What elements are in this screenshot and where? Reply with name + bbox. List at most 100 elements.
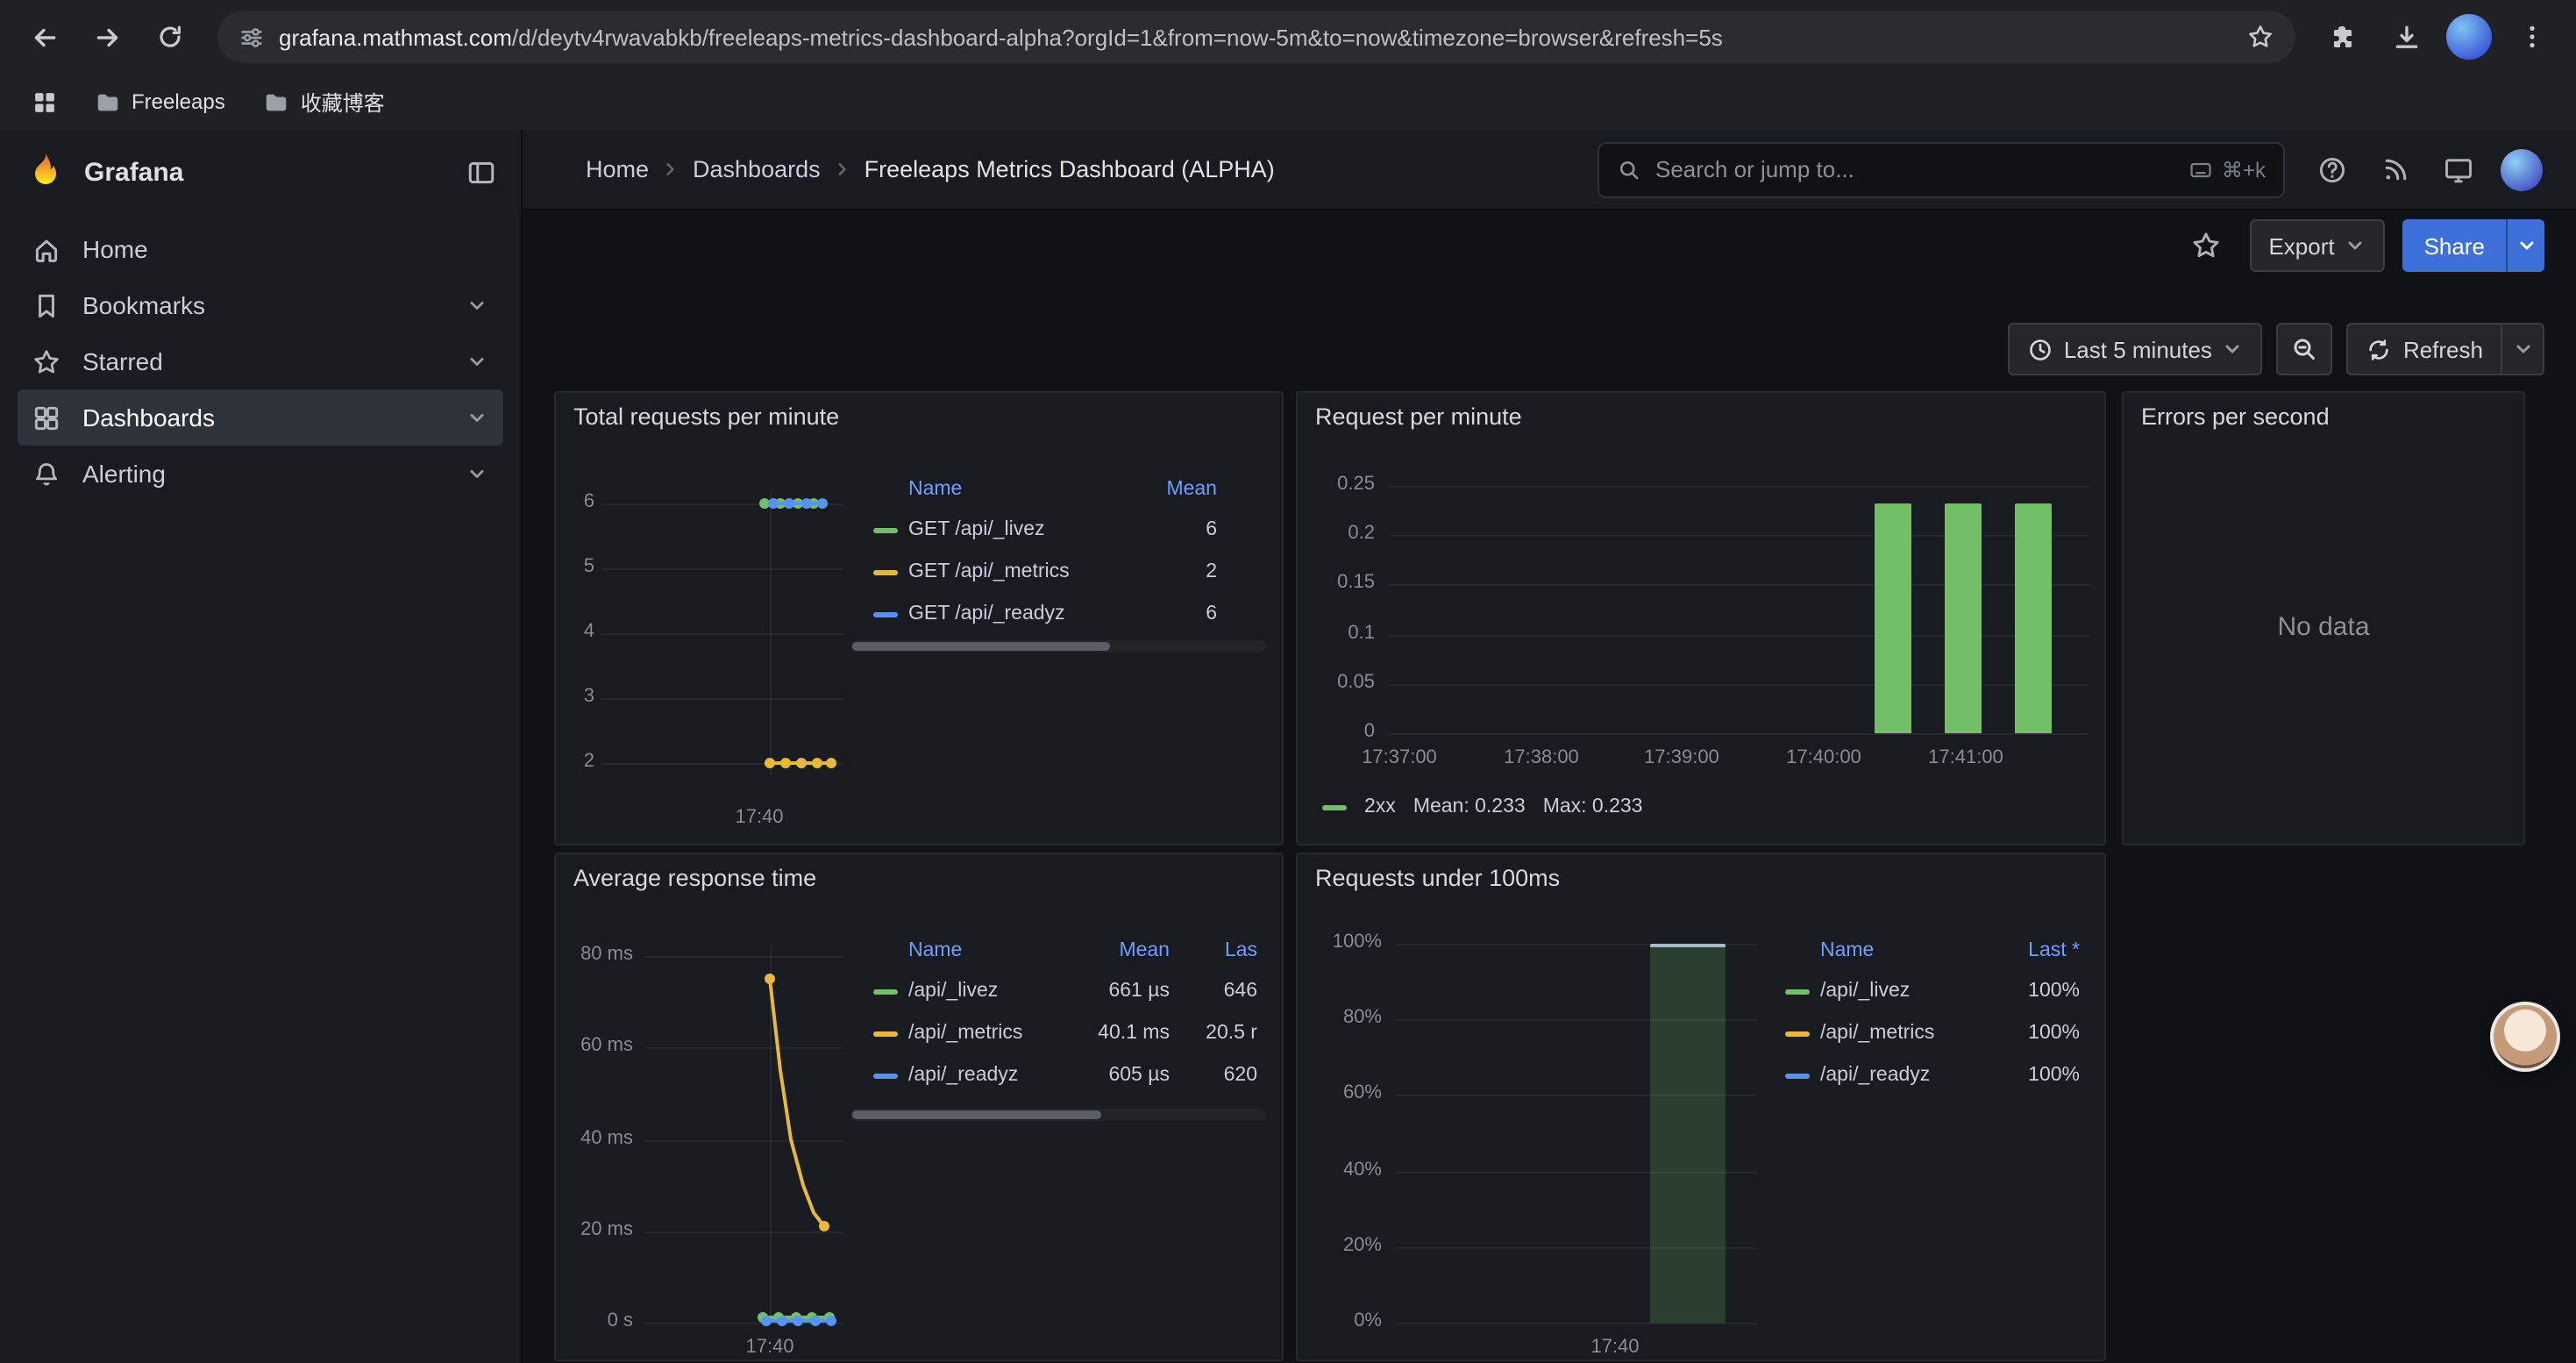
x-tick-label: 17:40:00 <box>1762 747 1885 768</box>
series-point <box>765 758 775 768</box>
chevron-down-icon[interactable] <box>465 293 489 318</box>
floating-assistant-avatar[interactable] <box>2490 1002 2560 1072</box>
legend-series-name[interactable]: GET /api/_metrics <box>908 561 1112 582</box>
legend-series-name[interactable]: /api/_metrics <box>908 1023 1068 1044</box>
panel-title[interactable]: Errors per second <box>2141 403 2330 430</box>
reload-button[interactable] <box>140 7 200 67</box>
sidebar-item-dashboards[interactable]: Dashboards <box>18 389 503 446</box>
scrollbar-thumb[interactable] <box>852 1110 1101 1119</box>
legend-row[interactable]: /api/_metrics100% <box>1771 1012 2087 1054</box>
share-dropdown-button[interactable] <box>2506 219 2544 272</box>
caret-down-icon <box>2223 339 2244 360</box>
profile-button[interactable] <box>2439 7 2499 67</box>
sidebar-toggle-icon[interactable] <box>466 157 496 187</box>
zoom-out-time-button[interactable] <box>2277 323 2333 375</box>
side-panel-button[interactable] <box>21 79 67 125</box>
legend-series-name[interactable]: GET /api/_readyz <box>908 603 1112 624</box>
url-bar[interactable]: grafana.mathmast.com/d/deytv4rwavabkb/fr… <box>217 11 2295 63</box>
refresh-button[interactable]: Refresh <box>2347 323 2502 375</box>
grafana-sidebar: Grafana Home Bookmarks Starred Dashboard… <box>0 130 523 1363</box>
scrollbar-thumb[interactable] <box>852 642 1110 651</box>
sidebar-item-alerting[interactable]: Alerting <box>18 446 503 502</box>
caret-down-icon <box>2345 235 2366 256</box>
legend-series-name[interactable]: GET /api/_livez <box>908 519 1112 540</box>
gridline <box>601 698 843 700</box>
bookmark-folder-freeleaps[interactable]: Freeleaps <box>84 83 236 120</box>
series-color-icon <box>873 1031 898 1036</box>
legend-series-name[interactable]: /api/_readyz <box>908 1065 1068 1086</box>
series-color-icon <box>1785 1073 1810 1078</box>
series-color-icon <box>873 611 898 617</box>
legend-scrollbar[interactable] <box>850 640 1266 653</box>
share-button[interactable]: Share <box>2403 219 2506 272</box>
x-tick-label: 17:40 <box>698 807 821 828</box>
legend-row[interactable]: /api/_livez661 µs646 <box>850 970 1268 1012</box>
legend-row[interactable]: /api/_metrics40.1 ms20.5 r <box>850 1012 1268 1054</box>
legend-row[interactable]: GET /api/_livez6 <box>850 509 1268 551</box>
search-input[interactable]: Search or jump to... ⌘+k <box>1598 141 2285 197</box>
star-icon <box>32 346 61 376</box>
sidebar-item-bookmarks[interactable]: Bookmarks <box>18 277 503 333</box>
url-text[interactable]: grafana.mathmast.com/d/deytv4rwavabkb/fr… <box>279 24 2232 50</box>
series-point <box>812 758 822 768</box>
user-menu-button[interactable] <box>2495 143 2548 196</box>
downloads-button[interactable] <box>2376 7 2436 67</box>
legend-series-name[interactable]: /api/_livez <box>1820 981 1975 1002</box>
grafana-logo-icon[interactable] <box>25 151 67 193</box>
legend-header-name: Name <box>908 479 1112 500</box>
download-icon <box>2391 22 2421 52</box>
legend-row[interactable]: /api/_readyz605 µs620 <box>850 1054 1268 1096</box>
sidebar-item-home[interactable]: Home <box>18 221 503 277</box>
legend-2xx[interactable]: 2xx Mean: 0.233 Max: 0.233 <box>1322 796 1643 817</box>
sidebar-item-starred[interactable]: Starred <box>18 333 503 389</box>
favorite-dashboard-button[interactable] <box>2179 219 2231 272</box>
forward-button[interactable] <box>77 7 137 67</box>
bar <box>1945 503 1982 733</box>
news-button[interactable] <box>2369 143 2422 196</box>
series-point <box>784 498 794 509</box>
legend-series-name[interactable]: /api/_metrics <box>1820 1023 1975 1044</box>
legend-value: 646 <box>1170 981 1257 1002</box>
breadcrumb-home[interactable]: Home <box>586 156 649 182</box>
gridline <box>1396 1323 1757 1324</box>
legend-series-name[interactable]: /api/_readyz <box>1820 1065 1975 1086</box>
y-tick-label: 0 <box>1298 721 1375 742</box>
kiosk-mode-button[interactable] <box>2432 143 2485 196</box>
zoom-out-icon <box>2291 335 2319 363</box>
time-range-picker[interactable]: Last 5 minutes <box>2008 323 2263 375</box>
legend-row[interactable]: /api/_livez100% <box>1771 970 2087 1012</box>
legend-row[interactable]: /api/_readyz100% <box>1771 1054 2087 1096</box>
monitor-icon <box>2443 153 2474 185</box>
y-tick-label: 100% <box>1305 931 1382 953</box>
user-avatar <box>2501 148 2543 190</box>
legend-row[interactable]: GET /api/_metrics2 <box>850 551 1268 593</box>
site-settings-icon[interactable] <box>238 24 265 50</box>
series-line-curve <box>556 854 1282 1359</box>
series-point <box>768 498 779 509</box>
panel-requests-under-100ms: Requests under 100ms 100%80%60%40%20%0%1… <box>1296 853 2106 1361</box>
series-point <box>761 1316 772 1326</box>
legend-row[interactable]: GET /api/_readyz6 <box>850 593 1268 635</box>
breadcrumb-dashboards[interactable]: Dashboards <box>693 156 821 182</box>
legend-scrollbar[interactable] <box>850 1109 1266 1121</box>
panel-average-response-time: Average response time 80 ms60 ms40 ms20 … <box>554 853 1284 1361</box>
export-button[interactable]: Export <box>2249 219 2385 272</box>
search-icon <box>1617 157 1641 182</box>
keyboard-icon <box>2188 157 2213 182</box>
legend-series-name[interactable]: 2xx <box>1364 796 1396 817</box>
chevron-down-icon[interactable] <box>465 405 489 430</box>
help-button[interactable] <box>2306 143 2359 196</box>
extensions-button[interactable] <box>2313 7 2373 67</box>
bookmark-folder-blogs[interactable]: 收藏博客 <box>253 82 395 122</box>
browser-menu-button[interactable] <box>2502 7 2562 67</box>
legend-series-name[interactable]: /api/_livez <box>908 981 1068 1002</box>
refresh-interval-dropdown[interactable] <box>2502 323 2544 375</box>
chevron-down-icon[interactable] <box>465 349 489 374</box>
chevron-right-icon <box>659 158 682 181</box>
series-color-icon <box>1322 804 1347 810</box>
series-point <box>810 1316 821 1326</box>
gridline <box>1389 684 2090 686</box>
back-button[interactable] <box>14 7 74 67</box>
chevron-down-icon[interactable] <box>465 461 489 486</box>
bookmark-star-icon[interactable] <box>2246 23 2274 51</box>
